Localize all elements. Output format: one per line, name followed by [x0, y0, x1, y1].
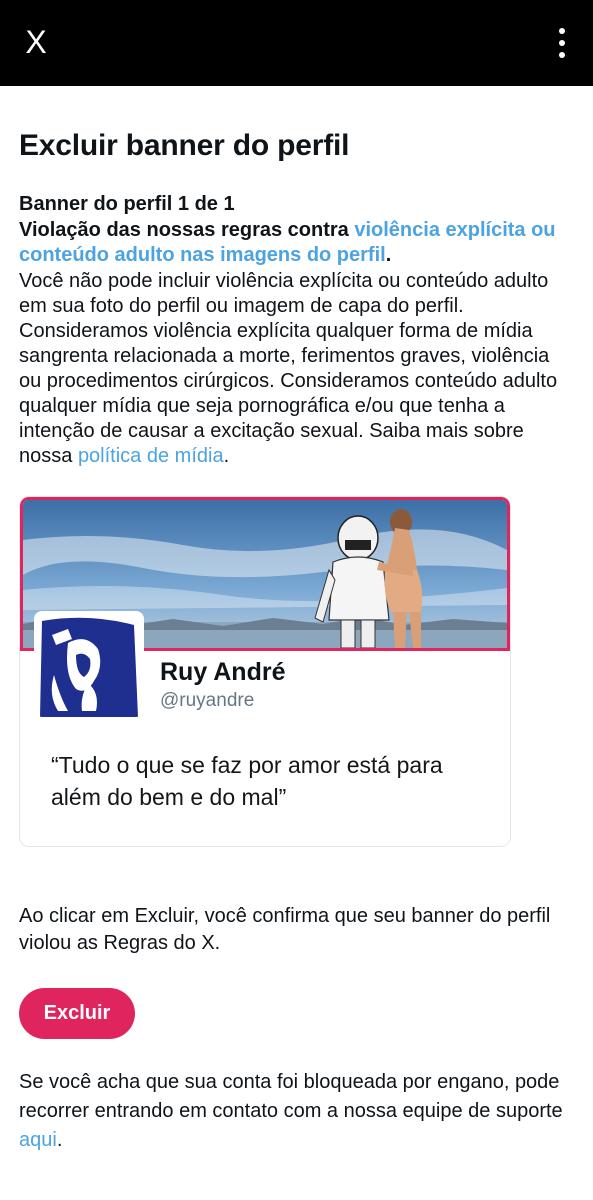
appeal-text: Se você acha que sua conta foi bloqueada… — [19, 1068, 575, 1155]
appeal-suffix: . — [56, 1129, 63, 1151]
avatar-illustration — [38, 615, 140, 717]
top-bar: X — [0, 0, 593, 86]
close-icon[interactable]: X — [18, 22, 54, 62]
policy-suffix: . — [223, 445, 230, 467]
profile-bio: “Tudo o que se faz por amor está para al… — [51, 752, 443, 810]
profile-name: Ruy André — [160, 658, 286, 686]
avatar[interactable] — [34, 611, 144, 721]
profile-handle: @ruyandre — [160, 690, 255, 711]
delete-button[interactable]: Excluir — [19, 988, 135, 1039]
profile-preview-card: Ruy André @ruyandre “Tudo o que se faz p… — [19, 496, 511, 847]
policy-description: Você não pode incluir violência explícit… — [19, 269, 575, 469]
confirm-text: Ao clicar em Excluir, você confirma que … — [19, 905, 551, 954]
appeal-body: Se você acha que sua conta foi bloqueada… — [19, 1071, 563, 1122]
policy-text: Você não pode incluir violência explícit… — [19, 270, 558, 467]
page-title: Excluir banner do perfil — [19, 129, 350, 162]
banner-counter: Banner do perfil 1 de 1 — [19, 193, 235, 215]
more-vertical-icon[interactable] — [551, 26, 573, 60]
media-policy-link[interactable]: política de mídia — [78, 445, 224, 467]
violation-suffix: . — [385, 244, 392, 266]
violation-prefix: Violação das nossas regras contra — [19, 219, 355, 241]
support-link[interactable]: aqui — [19, 1129, 57, 1151]
violation-heading: Violação das nossas regras contra violên… — [19, 218, 575, 268]
